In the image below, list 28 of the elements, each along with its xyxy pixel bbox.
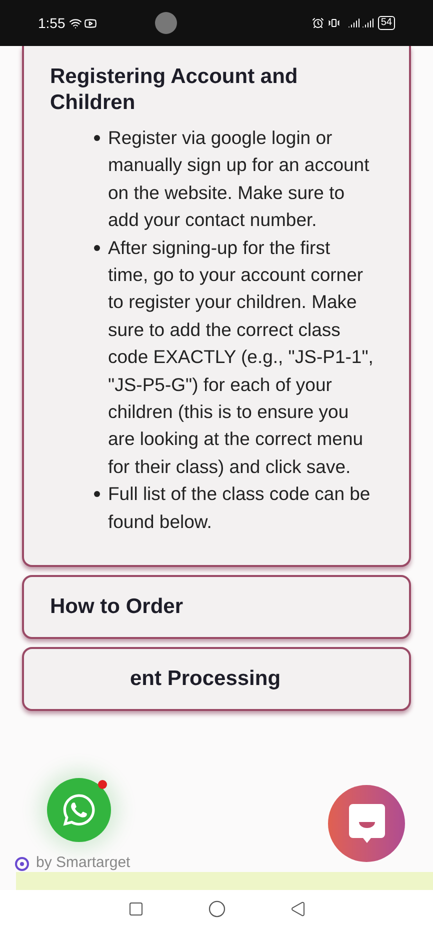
bullet-text: Register via google login or manually sign up for an account on the website. Make sure to add your contact number.	[108, 126, 370, 232]
accordion-card[interactable]: ent Processing	[22, 647, 411, 712]
whatsapp-icon	[61, 792, 97, 828]
wifi-icon	[69, 16, 82, 30]
bullet-text: After signing-up for the first time, go to your account corner to register your children. Make sure to add the correct class code EXACTLY (e.g., "JS-P1-1", "JS-P5-G") for each of your children (this is to ensure you are looking at the correct menu for their class) and click save.	[108, 236, 374, 479]
accordion-card[interactable]	[22, 46, 411, 568]
recents-button[interactable]	[128, 900, 144, 916]
bullet-icon	[94, 244, 100, 251]
alarm-icon	[312, 17, 324, 29]
battery-level: 54	[378, 16, 395, 30]
back-button[interactable]	[290, 900, 306, 916]
section-title: Registering Account and Children	[50, 64, 299, 116]
avatar-icon	[155, 12, 178, 34]
bullet-text: Full list of the class code can be found below.	[108, 482, 372, 534]
bullet-icon	[94, 135, 100, 141]
bullet-icon	[94, 491, 100, 498]
target-icon	[14, 855, 30, 872]
vibrate-icon	[328, 17, 340, 29]
accordion-card[interactable]: How to Order	[22, 575, 411, 640]
video-icon	[84, 16, 98, 30]
section-title: ent Processing	[130, 666, 281, 692]
home-button[interactable]	[208, 900, 226, 918]
chat-icon	[346, 802, 386, 846]
circle-icon	[208, 900, 226, 918]
section-title: How to Order	[50, 594, 184, 620]
triangle-icon	[290, 900, 306, 916]
square-icon	[128, 900, 144, 916]
status-time: 1:55	[38, 14, 66, 32]
